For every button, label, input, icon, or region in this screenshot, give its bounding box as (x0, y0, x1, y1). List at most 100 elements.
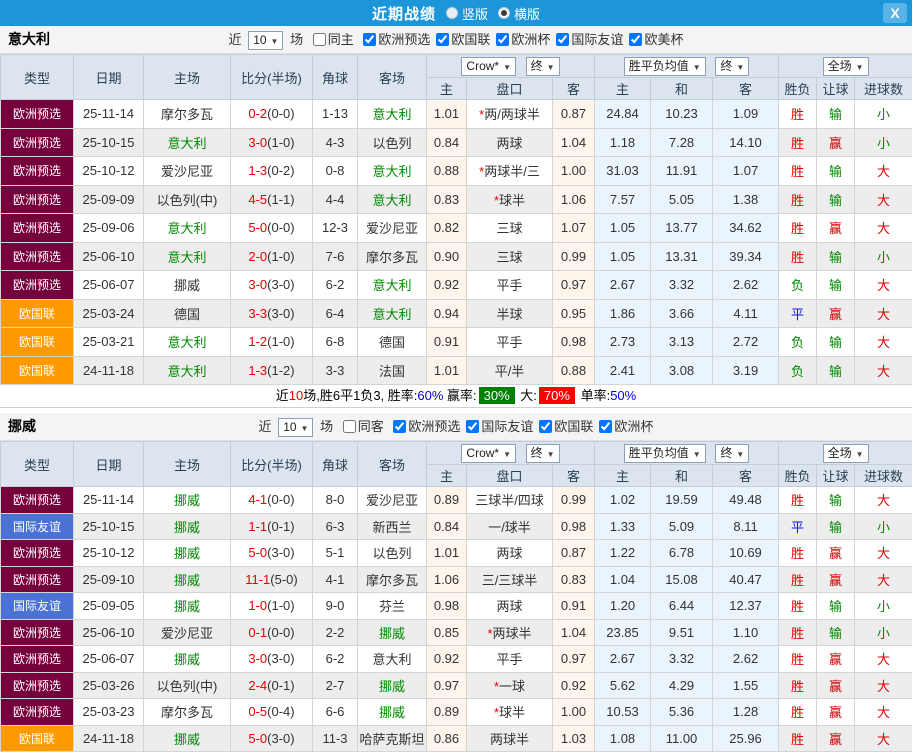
summary-part: 赢率: (443, 388, 476, 403)
col-corner: 角球 (313, 55, 358, 100)
avg-final-select[interactable]: 终▼ (715, 57, 749, 76)
avg-final-select[interactable]: 终▼ (715, 444, 749, 463)
odds-final-select[interactable]: 终▼ (526, 444, 560, 463)
home-team: 挪威 (144, 540, 231, 567)
odds-source-select[interactable]: Crow*▼ (461, 444, 516, 463)
league-filter-checkbox[interactable] (629, 33, 642, 46)
halftime-score: (3-0) (267, 651, 294, 666)
match-score: 5-0(0-0) (231, 214, 313, 243)
league-filter-checkbox[interactable] (466, 420, 479, 433)
result-handicap: 输 (817, 328, 855, 357)
match-date: 25-03-24 (74, 299, 144, 328)
match-date: 25-06-10 (74, 242, 144, 271)
home-team: 德国 (144, 299, 231, 328)
avg-win: 1.08 (595, 725, 651, 752)
league-filter-checkbox[interactable] (599, 420, 612, 433)
avg-source-select[interactable]: 胜平负均值▼ (624, 57, 706, 76)
home-team: 意大利 (144, 242, 231, 271)
home-team: 以色列(中) (144, 672, 231, 699)
same-side-filter[interactable]: 同客 (341, 419, 384, 434)
chevron-down-icon: ▼ (301, 424, 309, 433)
odds-source-select[interactable]: Crow*▼ (461, 57, 516, 76)
match-type: 欧国联 (1, 299, 74, 328)
same-side-checkbox[interactable] (313, 33, 326, 46)
result-win-lose: 负 (779, 356, 817, 385)
handicap: 三球 (467, 242, 553, 271)
home-team: 挪威 (144, 725, 231, 752)
result-handicap: 赢 (817, 725, 855, 752)
odds-home: 0.82 (427, 214, 467, 243)
match-count-select[interactable]: 10▼ (248, 31, 283, 50)
league-filter-checkbox[interactable] (363, 33, 376, 46)
league-filter-checkbox[interactable] (436, 33, 449, 46)
radio-icon (446, 7, 458, 19)
handicap-value: 两球 (496, 599, 522, 614)
away-team: 法国 (358, 356, 427, 385)
col-corner: 角球 (313, 442, 358, 487)
league-filter[interactable]: 欧洲杯 (494, 32, 550, 47)
handicap-value: 球半 (499, 193, 525, 208)
league-filter[interactable]: 国际友谊 (554, 32, 623, 47)
same-side-checkbox[interactable] (343, 420, 356, 433)
handicap: 三球 (467, 214, 553, 243)
league-filter[interactable]: 欧洲预选 (361, 32, 430, 47)
match-row: 欧洲预选 25-11-14 挪威 4-1(0-0) 8-0 爱沙尼亚 0.89 … (1, 487, 912, 514)
handicap-value: 两球半 (493, 626, 532, 641)
corners: 9-0 (313, 593, 358, 620)
match-count-select[interactable]: 10▼ (278, 418, 313, 437)
same-side-filter[interactable]: 同主 (311, 32, 354, 47)
league-filter-checkbox[interactable] (496, 33, 509, 46)
league-filter[interactable]: 国际友谊 (464, 419, 533, 434)
odds-final-select[interactable]: 终▼ (526, 57, 560, 76)
handicap-value: 平/半 (495, 364, 525, 379)
matches-table: 类型 日期 主场 比分(半场) 角球 客场 Crow*▼ 终▼ 胜平负均值▼ 终… (0, 441, 912, 752)
fulltime-score: 1-1 (248, 519, 267, 534)
col-avg-lose: 客 (713, 78, 779, 100)
close-icon[interactable]: X (883, 3, 907, 23)
avg-win: 1.04 (595, 566, 651, 593)
scope-group-header: 全场▼ (779, 442, 912, 465)
summary-part: 单率: (577, 388, 610, 403)
avg-lose: 1.10 (713, 619, 779, 646)
scope-select[interactable]: 全场▼ (823, 57, 869, 76)
match-score: 5-0(3-0) (231, 725, 313, 752)
match-type: 欧洲预选 (1, 699, 74, 726)
result-goals: 大 (855, 646, 912, 673)
layout-horizontal-radio[interactable]: 横版 (498, 4, 540, 23)
odds-away: 0.91 (553, 593, 595, 620)
corners: 6-2 (313, 646, 358, 673)
league-filter-checkbox[interactable] (539, 420, 552, 433)
league-filter-checkbox[interactable] (393, 420, 406, 433)
odds-home: 0.92 (427, 271, 467, 300)
fulltime-score: 1-2 (248, 334, 267, 349)
match-date: 24-11-18 (74, 356, 144, 385)
match-date: 25-03-21 (74, 328, 144, 357)
match-date: 25-09-06 (74, 214, 144, 243)
match-type: 欧洲预选 (1, 100, 74, 129)
match-score: 1-2(1-0) (231, 328, 313, 357)
league-filter[interactable]: 欧国联 (537, 419, 593, 434)
league-filter-checkbox[interactable] (556, 33, 569, 46)
summary-part: 60% (417, 388, 443, 403)
filters-group: 近 10▼ 场 同客 欧洲预选国际友谊欧国联欧洲杯 (0, 413, 912, 440)
fulltime-score: 0-1 (248, 625, 267, 640)
result-handicap: 输 (817, 593, 855, 620)
league-filter[interactable]: 欧国联 (434, 32, 490, 47)
avg-win: 1.05 (595, 242, 651, 271)
col-avg-win: 主 (595, 78, 651, 100)
home-team: 爱沙尼亚 (144, 619, 231, 646)
away-team: 意大利 (358, 157, 427, 186)
match-date: 25-10-15 (74, 128, 144, 157)
odds-away: 0.99 (553, 487, 595, 514)
league-filter[interactable]: 欧洲杯 (597, 419, 653, 434)
league-filter[interactable]: 欧美杯 (627, 32, 683, 47)
away-team: 新西兰 (358, 513, 427, 540)
away-team: 摩尔多瓦 (358, 242, 427, 271)
layout-vertical-radio[interactable]: 竖版 (446, 4, 488, 23)
chevron-down-icon: ▼ (503, 63, 511, 72)
avg-source-select[interactable]: 胜平负均值▼ (624, 444, 706, 463)
corners: 3-3 (313, 356, 358, 385)
league-filter-label: 欧美杯 (644, 32, 683, 47)
scope-select[interactable]: 全场▼ (823, 444, 869, 463)
league-filter[interactable]: 欧洲预选 (391, 419, 460, 434)
